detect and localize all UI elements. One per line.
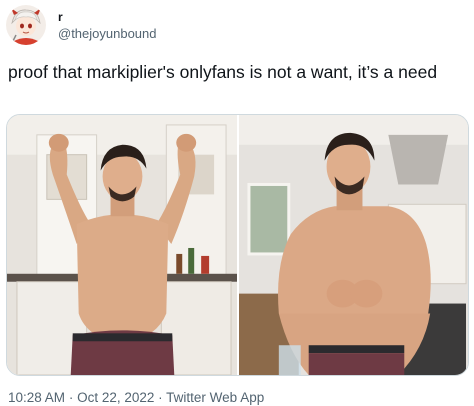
author-names: r @thejoyunbound xyxy=(58,9,157,42)
tweet-metadata: 10:28 AM · Oct 22, 2022 · Twitter Web Ap… xyxy=(8,390,264,406)
avatar[interactable] xyxy=(6,5,46,45)
tweet-source[interactable]: Twitter Web App xyxy=(166,390,264,405)
tweet-date[interactable]: Oct 22, 2022 xyxy=(77,390,154,405)
photo-flexing-man xyxy=(7,115,237,375)
tweet-media xyxy=(6,114,469,376)
tweet-photo-1[interactable] xyxy=(7,115,237,375)
photo-fists-man xyxy=(239,115,468,375)
anime-character-avatar-icon xyxy=(6,5,46,45)
tweet-time[interactable]: 10:28 AM xyxy=(8,390,65,405)
author-handle[interactable]: @thejoyunbound xyxy=(58,25,157,42)
tweet-header: r @thejoyunbound xyxy=(6,4,157,46)
tweet-text: proof that markiplier's onlyfans is not … xyxy=(8,62,438,82)
tweet-card: r @thejoyunbound proof that markiplier's… xyxy=(0,0,474,406)
meta-separator: · xyxy=(68,390,74,405)
author-display-name[interactable]: r xyxy=(58,9,157,25)
tweet-photo-2[interactable] xyxy=(239,115,468,375)
meta-separator: · xyxy=(158,390,163,405)
